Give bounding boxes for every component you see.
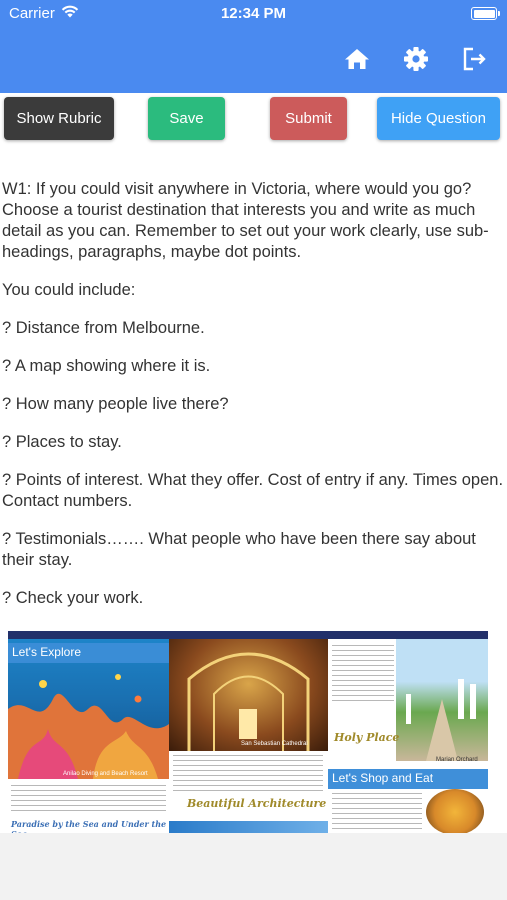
submit-button[interactable]: Submit bbox=[270, 97, 347, 140]
attached-image: Let's Explore Anilao Diving and Beach Re… bbox=[0, 625, 507, 833]
home-icon[interactable] bbox=[342, 44, 372, 74]
brochure-panel-orchard: Holy Place Marian Orchard Let's Shop and… bbox=[328, 639, 488, 833]
cathedral-body-text bbox=[173, 755, 323, 791]
gear-icon[interactable] bbox=[401, 44, 431, 74]
brochure-panel-cathedral: San Sebastian Cathedral Beautiful Archit… bbox=[169, 639, 328, 833]
show-rubric-button[interactable]: Show Rubric bbox=[4, 97, 114, 140]
status-bar: Carrier 12:34 PM bbox=[0, 0, 507, 28]
holy-place-tagline: Holy Place bbox=[334, 731, 400, 744]
nav-actions bbox=[342, 44, 490, 74]
list-item: ? Points of interest. What they offer. C… bbox=[2, 471, 504, 510]
orchard-caption: Marian Orchard bbox=[436, 757, 478, 763]
status-time: 12:34 PM bbox=[220, 5, 287, 22]
action-toolbar: Show Rubric Save Submit Hide Question bbox=[0, 93, 507, 145]
brochure-image: Let's Explore Anilao Diving and Beach Re… bbox=[8, 631, 488, 833]
save-button[interactable]: Save bbox=[148, 97, 225, 140]
app-header: Carrier 12:34 PM bbox=[0, 0, 507, 93]
cathedral-footer-photo bbox=[169, 821, 328, 833]
architecture-tagline: Beautiful Architecture bbox=[187, 797, 327, 810]
food-photo bbox=[426, 789, 484, 833]
lets-shop-banner: Let's Shop and Eat bbox=[328, 769, 488, 789]
question-content: W1: If you could visit anywhere in Victo… bbox=[0, 145, 507, 625]
cathedral-photo bbox=[169, 639, 328, 751]
list-item: ? Testimonials……. What people who have b… bbox=[2, 530, 476, 569]
list-item: ? Places to stay. bbox=[2, 433, 122, 451]
list-item: ? How many people live there? bbox=[2, 395, 229, 413]
logout-icon[interactable] bbox=[460, 44, 490, 74]
lets-explore-banner: Let's Explore bbox=[8, 643, 169, 663]
paradise-tagline: Paradise by the Sea and Under the Sea. bbox=[11, 819, 167, 833]
dive-caption: Anilao Diving and Beach Resort bbox=[63, 771, 148, 777]
list-item: ? A map showing where it is. bbox=[2, 357, 211, 375]
question-prompt: W1: If you could visit anywhere in Victo… bbox=[2, 180, 489, 261]
brochure-top-strip bbox=[8, 631, 488, 639]
orchard-body-text bbox=[332, 645, 394, 705]
question-intro: You could include: bbox=[2, 281, 136, 299]
orchard-photo bbox=[396, 639, 488, 761]
cathedral-caption: San Sebastian Cathedral bbox=[241, 741, 308, 747]
list-item: ? Distance from Melbourne. bbox=[2, 319, 205, 337]
hide-question-button[interactable]: Hide Question bbox=[377, 97, 500, 140]
dive-body-text bbox=[11, 785, 166, 813]
shop-body-text bbox=[332, 793, 422, 833]
brochure-panel-dive: Let's Explore Anilao Diving and Beach Re… bbox=[8, 639, 169, 833]
list-item: ? Check your work. bbox=[2, 589, 144, 607]
battery-icon bbox=[471, 7, 500, 20]
